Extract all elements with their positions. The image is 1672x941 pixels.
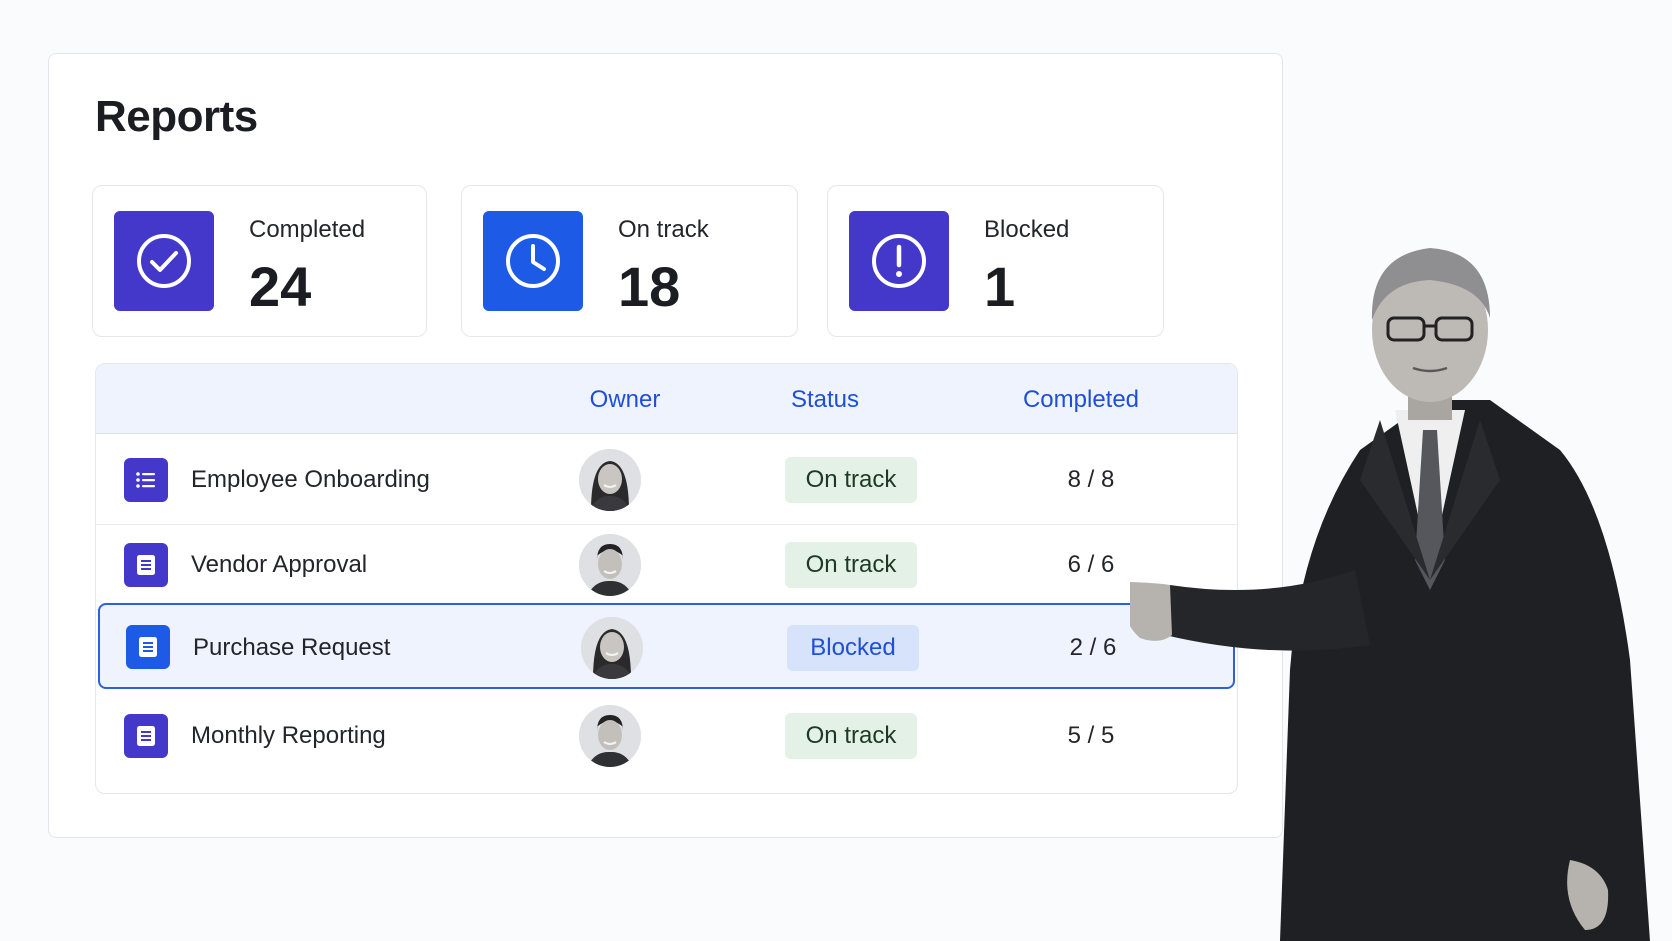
row-name[interactable]: Employee Onboarding bbox=[191, 466, 430, 494]
row-name[interactable]: Monthly Reporting bbox=[191, 722, 386, 750]
document-icon bbox=[124, 714, 168, 758]
reports-panel: Reports Completed 24 On track 18 Blocked… bbox=[48, 53, 1283, 838]
exclamation-circle-icon bbox=[849, 211, 949, 311]
column-header-status[interactable]: Status bbox=[791, 386, 859, 414]
table-row[interactable]: Monthly Reporting On track 5 / 5 bbox=[96, 691, 1237, 781]
document-icon bbox=[124, 543, 168, 587]
column-header-owner[interactable]: Owner bbox=[590, 386, 661, 414]
clock-icon bbox=[483, 211, 583, 311]
page-title: Reports bbox=[95, 92, 258, 141]
table-row[interactable]: Employee Onboarding On track 8 / 8 bbox=[96, 435, 1237, 525]
list-icon bbox=[124, 458, 168, 502]
completed-count: 5 / 5 bbox=[1067, 722, 1115, 749]
female-avatar bbox=[579, 449, 641, 511]
document-icon bbox=[126, 625, 170, 669]
status-badge: Blocked bbox=[787, 625, 919, 671]
stat-label: Blocked bbox=[984, 216, 1070, 243]
row-name[interactable]: Purchase Request bbox=[193, 634, 390, 662]
stat-value: 18 bbox=[618, 255, 681, 318]
check-circle-icon bbox=[114, 211, 214, 311]
stat-value: 1 bbox=[984, 255, 1016, 318]
stat-card-blocked[interactable]: Blocked 1 bbox=[827, 185, 1164, 337]
male-avatar bbox=[579, 534, 641, 596]
stat-label: Completed bbox=[249, 216, 366, 243]
table-row-selected[interactable]: Purchase Request Blocked 2 / 6 bbox=[98, 603, 1235, 689]
completed-count: 6 / 6 bbox=[1067, 551, 1115, 578]
female-avatar bbox=[581, 617, 643, 679]
status-badge: On track bbox=[785, 457, 917, 503]
status-badge: On track bbox=[785, 713, 917, 759]
column-header-completed[interactable]: Completed bbox=[1023, 386, 1139, 414]
completed-count: 8 / 8 bbox=[1067, 466, 1115, 493]
status-badge: On track bbox=[785, 542, 917, 588]
stat-card-completed[interactable]: Completed 24 bbox=[92, 185, 427, 337]
presenter-photo bbox=[1070, 240, 1672, 941]
stat-value: 24 bbox=[249, 255, 312, 318]
table-header: Owner Status Completed bbox=[96, 364, 1237, 434]
completed-count: 2 / 6 bbox=[1069, 634, 1117, 661]
stat-card-on-track[interactable]: On track 18 bbox=[461, 185, 798, 337]
table-row[interactable]: Vendor Approval On track 6 / 6 bbox=[96, 520, 1237, 610]
reports-table: Owner Status Completed Employee Onboardi… bbox=[95, 363, 1238, 794]
stat-label: On track bbox=[618, 216, 709, 243]
male-avatar bbox=[579, 705, 641, 767]
row-name[interactable]: Vendor Approval bbox=[191, 551, 367, 579]
